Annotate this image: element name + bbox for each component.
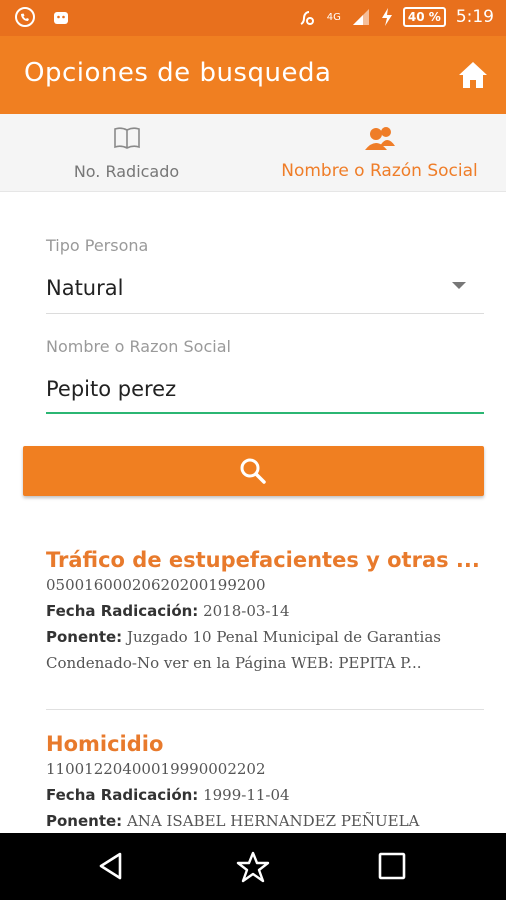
- tab-label: Nombre o Razón Social: [281, 161, 478, 181]
- fecha-value: 1999-11-04: [203, 786, 290, 804]
- app-bar: Opciones de busqueda: [0, 36, 506, 114]
- result-fecha: Fecha Radicación: 1999-11-04: [46, 786, 486, 804]
- whatsapp-icon: [15, 7, 35, 27]
- ponente-value: Juzgado 10 Penal Municipal de Garantias: [126, 628, 441, 646]
- result-title: Homicidio: [46, 732, 164, 756]
- result-extra: Condenado-No ver en la Página WEB: PEPIT…: [46, 654, 422, 672]
- input-underline: [46, 412, 484, 414]
- result-number: 050016000206202001992​00: [46, 576, 266, 594]
- search-icon: [240, 458, 266, 484]
- search-button[interactable]: [23, 446, 484, 496]
- status-bar: 4G 40 % 5:19: [0, 0, 506, 36]
- list-item[interactable]: Homicidio 110012204000199900022​02 Fecha…: [46, 732, 486, 830]
- signal-icon: [352, 9, 369, 25]
- page-title: Opciones de busqueda: [24, 58, 332, 88]
- charging-icon: [381, 8, 392, 26]
- tab-no-radicado[interactable]: No. Radicado: [0, 114, 253, 191]
- back-icon[interactable]: [96, 850, 126, 882]
- fecha-label: Fecha Radicación:: [46, 602, 199, 620]
- network-label: 4G: [326, 11, 341, 23]
- home-icon[interactable]: [456, 58, 490, 92]
- tab-nombre-razon-social[interactable]: Nombre o Razón Social: [253, 114, 506, 191]
- select-underline: [46, 313, 484, 314]
- clock: 5:19: [455, 7, 494, 27]
- tab-label: No. Radicado: [73, 162, 180, 181]
- ponente-label: Ponente:: [46, 812, 123, 830]
- result-ponente: Ponente: Juzgado 10 Penal Municipal de G…: [46, 628, 486, 646]
- fecha-label: Fecha Radicación:: [46, 786, 199, 804]
- tab-bar: No. Radicado Nombre o Razón Social: [0, 114, 506, 192]
- tipo-persona-label: Tipo Persona: [46, 236, 149, 255]
- nombre-input[interactable]: Pepito perez: [46, 377, 176, 401]
- book-icon: [113, 127, 140, 149]
- result-ponente: Ponente: ANA ISABEL HERNANDEZ PEÑUELA: [46, 812, 486, 830]
- nombre-label: Nombre o Razon Social: [46, 337, 231, 356]
- result-number: 110012204000199900022​02: [46, 760, 266, 778]
- people-icon: [364, 127, 395, 150]
- battery-badge: 40 %: [402, 7, 446, 27]
- ponente-label: Ponente:: [46, 628, 123, 646]
- divider: [46, 709, 484, 710]
- result-fecha: Fecha Radicación: 2018-03-14: [46, 602, 486, 620]
- result-title: Tráfico de estupefacientes y otras ...: [46, 548, 480, 572]
- accessibility-icon: [300, 11, 314, 25]
- star-icon[interactable]: [236, 850, 270, 884]
- list-item[interactable]: Tráfico de estupefacientes y otras ... 0…: [46, 548, 486, 672]
- fecha-value: 2018-03-14: [203, 602, 290, 620]
- navigation-bar: [0, 833, 506, 900]
- android-icon: [54, 12, 68, 24]
- ponente-value: ANA ISABEL HERNANDEZ PEÑUELA: [126, 812, 420, 830]
- tipo-persona-select[interactable]: Natural: [46, 276, 123, 300]
- chevron-down-icon[interactable]: [452, 282, 466, 289]
- recents-icon[interactable]: [377, 850, 407, 882]
